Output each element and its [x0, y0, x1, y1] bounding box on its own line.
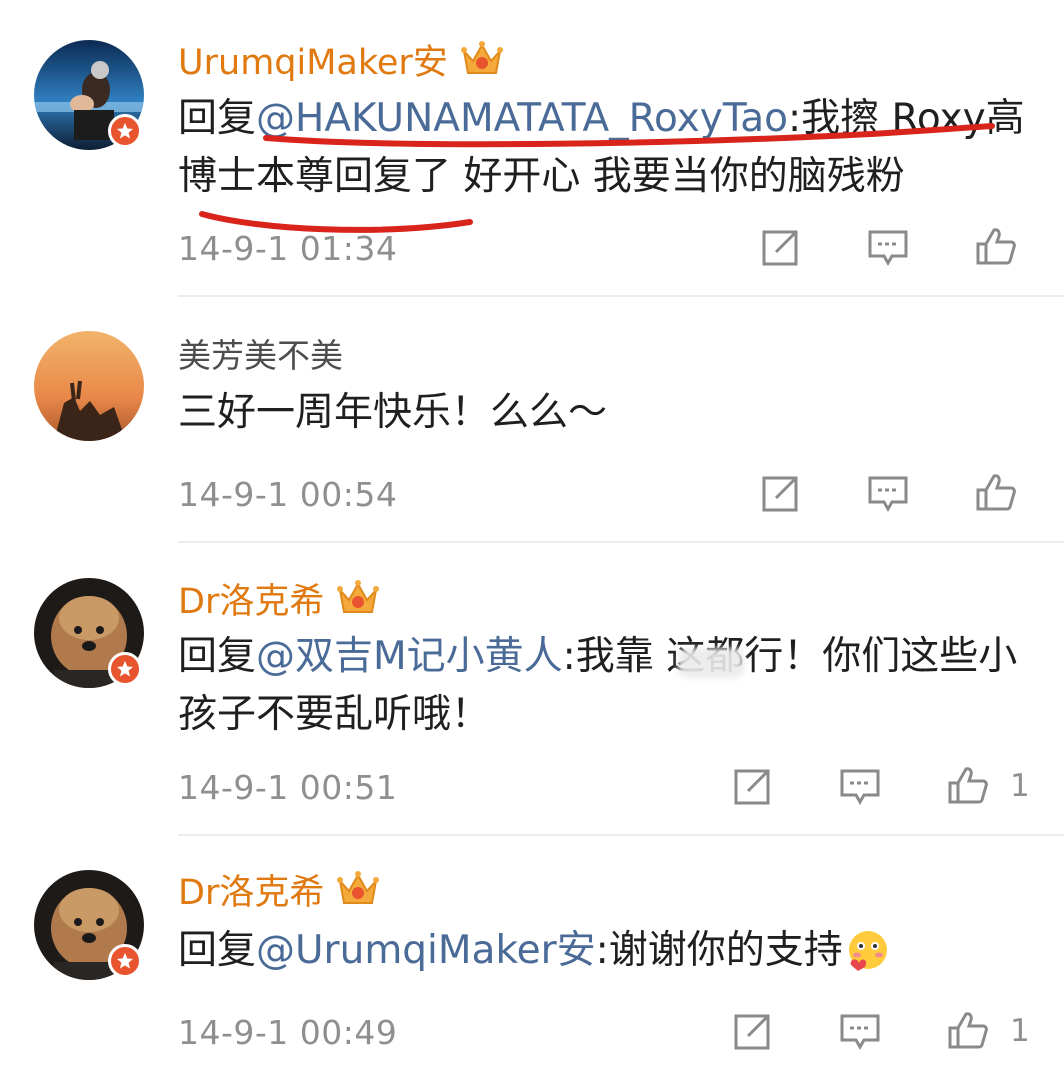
timestamp: 14-9-1 00:49: [178, 1013, 398, 1052]
mention-link[interactable]: @UrumqiMaker安: [256, 928, 596, 973]
share-icon[interactable]: [730, 767, 774, 807]
username[interactable]: Dr洛克希: [178, 573, 324, 624]
username[interactable]: UrumqiMaker安: [178, 34, 448, 85]
username[interactable]: Dr洛克希: [178, 864, 324, 915]
like-icon[interactable]: [946, 765, 990, 805]
avatar[interactable]: [34, 870, 144, 980]
username-row: 美芳美不美: [178, 330, 343, 376]
avatar[interactable]: [34, 40, 144, 150]
verified-badge-icon: [108, 114, 142, 148]
comment-icon[interactable]: [838, 767, 882, 807]
share-icon[interactable]: [758, 474, 802, 514]
mention-link[interactable]: @双吉M记小黄人: [256, 634, 563, 679]
comment-icon[interactable]: [866, 228, 910, 268]
avatar[interactable]: [34, 578, 144, 688]
comment-icon[interactable]: [866, 474, 910, 514]
comment-text: 回复@双吉M记小黄人:我靠 这都行！你们这些小孩子不要乱听哦！: [178, 628, 1038, 744]
username-row: UrumqiMaker安: [178, 34, 504, 85]
crown-icon: [460, 41, 503, 74]
comment-body: :谢谢你的支持: [595, 928, 843, 973]
blurred-region: [678, 648, 744, 678]
share-icon[interactable]: [730, 1012, 774, 1052]
timestamp: 14-9-1 00:54: [178, 475, 398, 514]
verified-badge-icon: [108, 944, 142, 978]
share-icon[interactable]: [758, 228, 802, 268]
like-icon[interactable]: [974, 226, 1018, 266]
divider: [178, 541, 1064, 543]
divider: [178, 834, 1064, 836]
username-row: Dr洛克希: [178, 864, 380, 915]
comment-text: 三好一周年快乐！么么～: [178, 384, 1038, 442]
reply-prefix: 回复: [178, 634, 257, 679]
comment-body: 三好一周年快乐！么么～: [178, 390, 608, 435]
username-row: Dr洛克希: [178, 573, 380, 624]
comment-icon[interactable]: [838, 1012, 882, 1052]
emoji-shy-icon: [848, 931, 887, 971]
like-count: 1: [1010, 768, 1030, 804]
avatar[interactable]: [34, 331, 144, 441]
username[interactable]: 美芳美不美: [178, 329, 343, 377]
reply-prefix: 回复: [178, 928, 257, 973]
like-icon[interactable]: [946, 1010, 990, 1050]
crown-icon: [337, 871, 380, 904]
timestamp: 14-9-1 01:34: [178, 229, 398, 268]
verified-badge-icon: [108, 652, 142, 686]
reply-prefix: 回复: [178, 96, 257, 141]
crown-icon: [337, 580, 380, 613]
mention-link[interactable]: @HAKUNAMATATA_RoxyTao: [256, 96, 788, 141]
like-icon[interactable]: [974, 472, 1018, 512]
comment-text: 回复@UrumqiMaker安:谢谢你的支持: [178, 922, 1038, 980]
divider: [178, 295, 1064, 297]
timestamp: 14-9-1 00:51: [178, 768, 398, 807]
like-count: 1: [1010, 1013, 1030, 1049]
comment-text: 回复@HAKUNAMATATA_RoxyTao:我擦 Roxy高博士本尊回复了 …: [178, 90, 1038, 206]
